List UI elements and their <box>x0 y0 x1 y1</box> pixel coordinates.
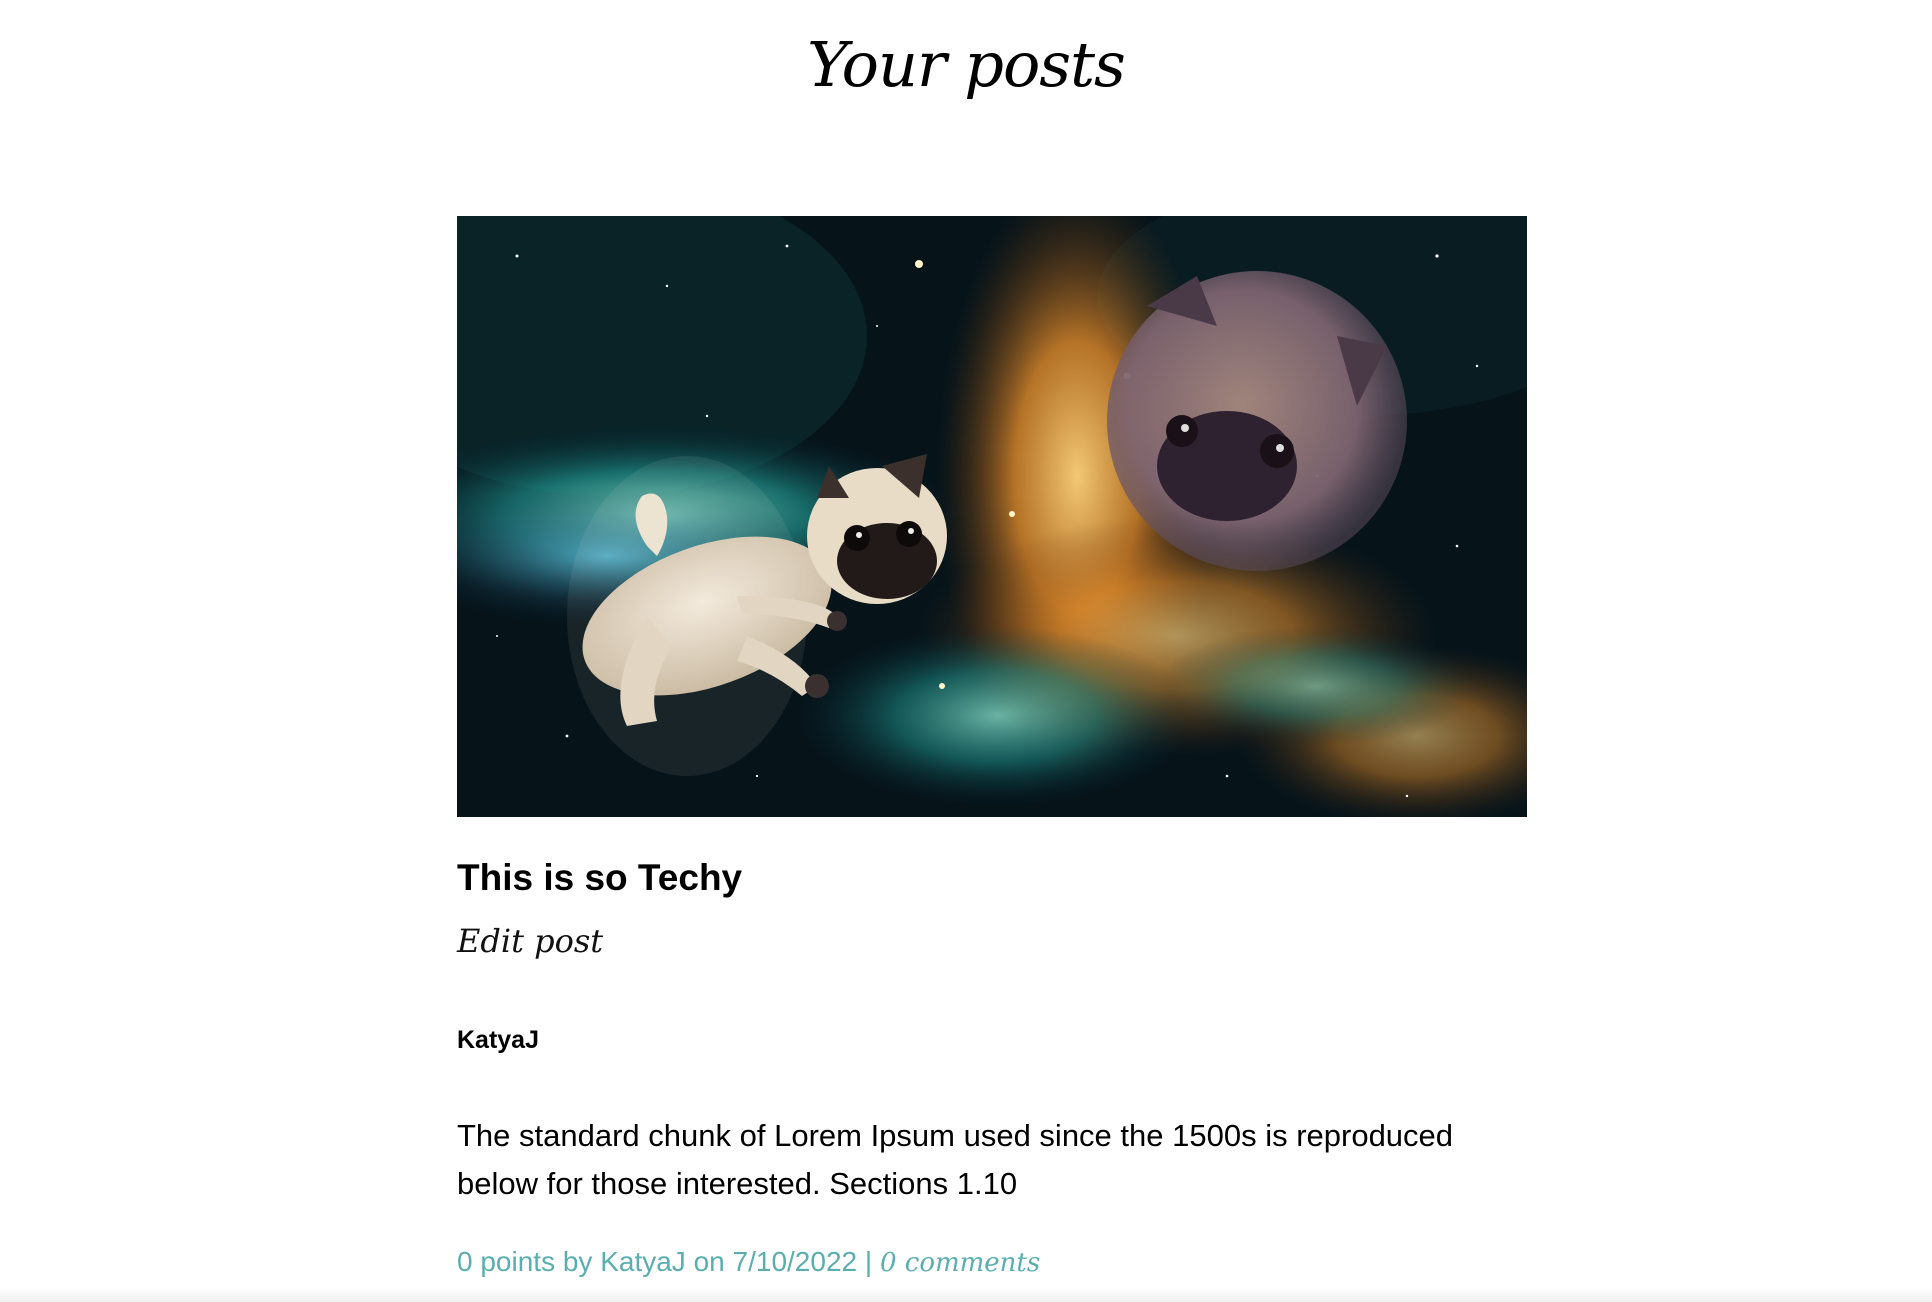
bottom-shadow <box>0 1288 1932 1302</box>
post-card: This is so Techy Edit post KatyaJ The st… <box>457 216 1527 1278</box>
post-title: This is so Techy <box>457 857 743 898</box>
post-author: KatyaJ <box>457 1026 539 1054</box>
meta-separator: | <box>864 1246 873 1277</box>
post-date: 7/10/2022 <box>732 1246 858 1277</box>
meta-on-text: on <box>693 1246 725 1277</box>
points-text: 0 points by <box>457 1246 593 1277</box>
page-title: Your posts <box>807 28 1126 101</box>
points-link[interactable]: 0 points by KatyaJ on 7/10/2022 <box>457 1246 857 1277</box>
space-pug-illustration <box>457 216 1527 817</box>
comments-link[interactable]: 0 comments <box>880 1248 1040 1278</box>
post-meta: 0 points by KatyaJ on 7/10/2022 | 0 comm… <box>457 1244 1040 1281</box>
meta-author: KatyaJ <box>600 1246 686 1277</box>
edit-post-link[interactable]: Edit post <box>457 921 603 961</box>
post-image[interactable] <box>457 216 1527 817</box>
post-body: The standard chunk of Lorem Ipsum used s… <box>457 1118 1454 1201</box>
